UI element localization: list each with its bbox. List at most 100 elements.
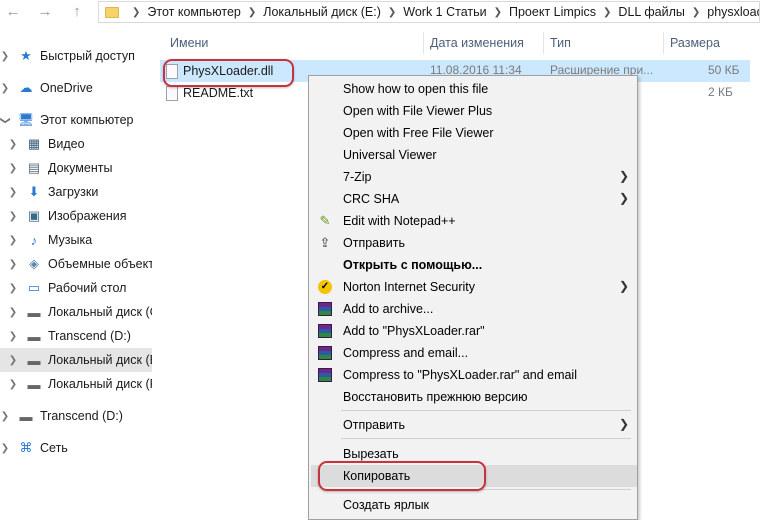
sidebar-item-onedrive[interactable]: ❯ ☁ OneDrive [0, 76, 152, 100]
breadcrumb-drive-e[interactable]: ❯ Локальный диск (E:) [241, 5, 381, 19]
address-row: ← → ↑ ❯ Этот компьютер ❯ Локальный диск (E… [0, 0, 760, 24]
sidebar-item-label: Загрузки [48, 185, 99, 199]
sidebar-item-3d-objects[interactable]: ❯ ◈ Объемные объекты [0, 252, 152, 276]
expand-arrow-icon[interactable]: ❯ [0, 411, 10, 422]
expand-arrow-icon[interactable]: ❯ [8, 283, 18, 294]
music-icon: ♪ [30, 232, 38, 248]
share-icon: ⇪ [319, 235, 331, 250]
sidebar-item-label: Видео [48, 137, 85, 151]
expand-arrow-icon[interactable]: ❯ [8, 163, 18, 174]
menu-item-compress-rar-email[interactable]: Compress to "PhysXLoader.rar" and email [311, 364, 637, 386]
menu-item-show-how-to-open[interactable]: Show how to open this file [311, 78, 637, 100]
menu-item-open-with[interactable]: Открыть с помощью... [311, 254, 637, 276]
sidebar-item-transcend-d-root[interactable]: ❯ ▬ Transcend (D:) [0, 404, 152, 428]
sidebar-item-transcend-d[interactable]: ❯ ▬ Transcend (D:) [0, 324, 152, 348]
sidebar-item-label: Объемные объекты [48, 257, 152, 271]
winrar-icon [317, 323, 333, 339]
forward-arrow-icon[interactable]: → [34, 2, 56, 22]
expand-arrow-icon[interactable]: ❯ [8, 187, 18, 198]
breadcrumb-dll-files[interactable]: ❯ DLL файлы [596, 5, 685, 19]
menu-item-universal-viewer[interactable]: Universal Viewer [311, 144, 637, 166]
expand-arrow-icon[interactable]: ❯ [0, 115, 11, 125]
sidebar-item-documents[interactable]: ❯ ▤ Документы [0, 156, 152, 180]
expand-arrow-icon[interactable]: ❯ [8, 235, 18, 246]
menu-item-edit-notepad[interactable]: ✎ Edit with Notepad++ [311, 210, 637, 232]
column-header-type[interactable]: Тип [544, 32, 664, 54]
expand-arrow-icon[interactable]: ❯ [8, 211, 18, 222]
chevron-right-icon: ❯ [247, 6, 257, 18]
breadcrumb-this-pc[interactable]: ❯ Этот компьютер [125, 5, 241, 19]
column-header-size[interactable]: Размера [664, 32, 744, 54]
sidebar-item-label: OneDrive [40, 81, 93, 95]
back-arrow-icon[interactable]: ← [2, 2, 24, 22]
breadcrumb-label: physxloader.dll [707, 5, 759, 19]
sidebar-item-pictures[interactable]: ❯ ▣ Изображения [0, 204, 152, 228]
sidebar-item-label: Музыка [48, 233, 93, 247]
menu-item-add-to-rar[interactable]: Add to "PhysXLoader.rar" [311, 320, 637, 342]
menu-item-share[interactable]: ⇪ Отправить [311, 232, 637, 254]
sidebar-item-music[interactable]: ❯ ♪ Музыка [0, 228, 152, 252]
menu-item-compress-email[interactable]: Compress and email... [311, 342, 637, 364]
menu-item-label: Копировать [343, 469, 411, 483]
menu-item-restore-previous[interactable]: Восстановить прежнюю версию [311, 386, 637, 408]
breadcrumb-label: DLL файлы [618, 5, 685, 19]
column-header-date[interactable]: Дата изменения [424, 32, 544, 54]
winrar-books-icon [318, 368, 332, 382]
menu-item-open-free-file-viewer[interactable]: Open with Free File Viewer [311, 122, 637, 144]
menu-item-norton[interactable]: ✓ Norton Internet Security ❯ [311, 276, 637, 298]
menu-item-label: Edit with Notepad++ [343, 214, 456, 228]
sidebar-item-video[interactable]: ❯ ▦ Видео [0, 132, 152, 156]
menu-item-label: Show how to open this file [343, 82, 489, 96]
sidebar-item-desktop[interactable]: ❯ ▭ Рабочий стол [0, 276, 152, 300]
expand-arrow-icon[interactable]: ❯ [8, 355, 18, 366]
up-arrow-icon[interactable]: ↑ [66, 2, 88, 22]
breadcrumb-project[interactable]: ❯ Проект Limpics [487, 5, 596, 19]
breadcrumb-label: Work 1 Статьи [403, 5, 487, 19]
menu-item-copy[interactable]: Копировать [311, 465, 637, 487]
menu-separator [341, 410, 631, 411]
drive-icon: ▬ [27, 352, 41, 368]
menu-item-cut[interactable]: Вырезать [311, 443, 637, 465]
expand-arrow-icon[interactable]: ❯ [0, 83, 10, 94]
sidebar-item-downloads[interactable]: ❯ ⬇ Загрузки [0, 180, 152, 204]
submenu-arrow-icon: ❯ [618, 279, 629, 293]
submenu-arrow-icon: ❯ [618, 191, 629, 205]
expand-arrow-icon[interactable]: ❯ [8, 331, 18, 342]
sidebar-item-network[interactable]: ❯ ⌘ Сеть [0, 436, 152, 460]
sidebar-item-this-pc[interactable]: ❯ 🖥 Этот компьютер [0, 108, 152, 132]
expand-arrow-icon[interactable]: ❯ [8, 139, 18, 150]
menu-item-open-file-viewer-plus[interactable]: Open with File Viewer Plus [311, 100, 637, 122]
sidebar-item-drive-e[interactable]: ❯ ▬ Локальный диск (E:) [0, 348, 152, 372]
menu-item-7zip[interactable]: 7-Zip ❯ [311, 166, 637, 188]
expand-arrow-icon[interactable]: ❯ [8, 307, 18, 318]
menu-item-create-shortcut[interactable]: Создать ярлык [311, 494, 637, 516]
menu-item-label: Восстановить прежнюю версию [343, 390, 528, 404]
drive-icon: ▬ [27, 304, 41, 320]
norton-check-icon: ✓ [318, 280, 332, 294]
winrar-icon [317, 345, 333, 361]
address-bar[interactable]: ❯ Этот компьютер ❯ Локальный диск (E:) ❯ Wo… [98, 1, 760, 23]
file-name: README.txt [183, 86, 254, 100]
expand-arrow-icon[interactable]: ❯ [8, 259, 18, 270]
menu-item-send-to[interactable]: Отправить ❯ [311, 414, 637, 436]
sidebar-item-drive-c[interactable]: ❯ ▬ Локальный диск (C:) [0, 300, 152, 324]
file-name: PhysXLoader.dll [183, 64, 274, 78]
computer-icon: 🖥 [17, 112, 35, 127]
expand-arrow-icon[interactable]: ❯ [0, 443, 10, 454]
submenu-arrow-icon: ❯ [618, 417, 629, 431]
expand-arrow-icon[interactable]: ❯ [8, 379, 18, 390]
menu-item-add-to-archive[interactable]: Add to archive... [311, 298, 637, 320]
menu-item-crc-sha[interactable]: CRC SHA ❯ [311, 188, 637, 210]
sidebar-item-label: Локальный диск (C:) [48, 305, 152, 319]
column-header-name[interactable]: Имени [164, 32, 424, 54]
menu-item-label: Отправить [343, 418, 405, 432]
sidebar-item-label: Transcend (D:) [48, 329, 131, 343]
3d-objects-icon: ◈ [29, 256, 39, 271]
breadcrumb-work[interactable]: ❯ Work 1 Статьи [381, 5, 487, 19]
menu-separator [341, 438, 631, 439]
sidebar-item-drive-f[interactable]: ❯ ▬ Локальный диск (F:) [0, 372, 152, 396]
sidebar-item-label: Локальный диск (E:) [48, 353, 152, 367]
breadcrumb-physxloader[interactable]: ❯ physxloader.dll [685, 5, 759, 19]
sidebar-item-quick-access[interactable]: ❯ ★ Быстрый доступ [0, 44, 152, 68]
expand-arrow-icon[interactable]: ❯ [0, 51, 10, 62]
